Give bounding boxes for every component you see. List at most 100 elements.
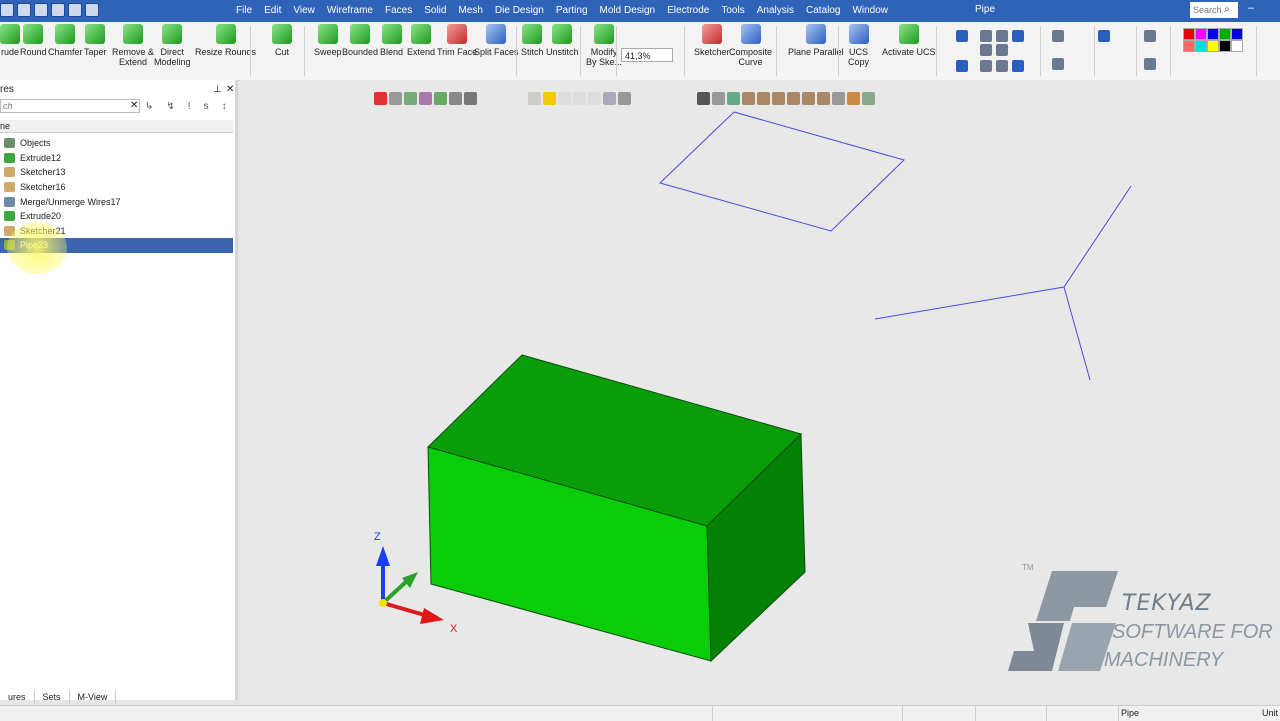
tree-item[interactable]: Pipe23 (0, 238, 233, 253)
ribbon-button[interactable]: Remove & Extend (112, 24, 154, 67)
clear-search-icon[interactable]: ✕ (130, 100, 138, 111)
tool-icon[interactable] (956, 60, 968, 72)
tree-item[interactable]: Sketcher13 (0, 165, 233, 180)
close-icon[interactable]: ✕ (226, 84, 234, 95)
tool-icon[interactable] (996, 44, 1008, 56)
redo-icon[interactable] (68, 3, 82, 17)
panel-tab[interactable]: ures (0, 690, 35, 704)
window-select-icon[interactable] (449, 92, 462, 105)
menu-item[interactable]: Wireframe (321, 4, 379, 18)
tool-icon[interactable] (996, 30, 1008, 42)
menu-item[interactable]: Faces (379, 4, 418, 18)
undo-view-icon[interactable] (697, 92, 710, 105)
print-icon[interactable] (34, 3, 48, 17)
tree-search-input[interactable] (0, 99, 140, 113)
hide-icon[interactable] (573, 92, 586, 105)
ribbon-button[interactable]: Unstitch (546, 24, 579, 57)
arrow-icon[interactable]: ↕ (222, 101, 227, 112)
snap-center-icon[interactable] (772, 92, 785, 105)
color-swatch[interactable] (1231, 40, 1243, 52)
tool-icon[interactable] (1098, 30, 1110, 42)
minimize-icon[interactable]: – (1248, 2, 1254, 14)
region-select-icon[interactable] (464, 92, 477, 105)
snap-angle-icon[interactable] (847, 92, 860, 105)
wire-select-icon[interactable] (419, 92, 432, 105)
filter-select-icon[interactable] (404, 92, 417, 105)
color-swatch[interactable] (1219, 40, 1231, 52)
ribbon-button[interactable]: Trim Face (437, 24, 477, 57)
tool-icon[interactable] (996, 60, 1008, 72)
undo-icon[interactable] (51, 3, 65, 17)
menu-item[interactable]: View (287, 4, 321, 18)
view-mode-icon[interactable] (618, 92, 631, 105)
tree-item[interactable]: Extrude20 (0, 209, 233, 224)
face-select-icon[interactable] (434, 92, 447, 105)
ribbon-button[interactable]: rude (0, 24, 20, 57)
ribbon-button[interactable]: UCS Copy (848, 24, 869, 67)
s-icon[interactable]: s (204, 101, 209, 112)
ribbon-button[interactable]: Cut (272, 24, 292, 57)
shade-icon[interactable] (588, 92, 601, 105)
box-select-icon[interactable] (389, 92, 402, 105)
menu-item[interactable]: Window (846, 4, 894, 18)
tool-icon[interactable] (980, 44, 992, 56)
snap-icon[interactable] (712, 92, 725, 105)
cube-view-icon[interactable] (603, 92, 616, 105)
menu-item[interactable]: Electrode (661, 4, 715, 18)
menu-item[interactable]: Analysis (751, 4, 800, 18)
ribbon-button[interactable]: Activate UCS (882, 24, 936, 57)
tool-icon[interactable] (1144, 30, 1156, 42)
tree-item[interactable]: Objects (0, 136, 233, 151)
filter-icon[interactable]: ↳ (145, 101, 153, 112)
tool-icon[interactable] (980, 30, 992, 42)
tree-item[interactable]: Sketcher16 (0, 180, 233, 195)
ribbon-button[interactable]: Sweep (314, 24, 342, 57)
tree-item[interactable]: Sketcher21 (0, 224, 233, 239)
ribbon-button[interactable]: Stitch (521, 24, 544, 57)
menu-item[interactable]: Solid (418, 4, 452, 18)
ribbon-button[interactable]: Plane Parallel (788, 24, 844, 57)
zoom-select[interactable]: 41,3% (621, 48, 673, 62)
snap-mid-icon[interactable] (742, 92, 755, 105)
tool-icon[interactable] (1052, 58, 1064, 70)
color-swatch[interactable] (1195, 28, 1207, 40)
ribbon-button[interactable]: Chamfer (48, 24, 83, 57)
tool-icon[interactable] (1012, 60, 1024, 72)
status-units[interactable]: Unit (1262, 708, 1278, 718)
menu-item[interactable]: File (230, 4, 258, 18)
tree-item[interactable]: Extrude12 (0, 151, 233, 166)
tree-item[interactable]: Merge/Unmerge Wires17 (0, 194, 233, 209)
tree-column-header[interactable]: ne (0, 120, 233, 133)
color-swatch[interactable] (1231, 28, 1243, 40)
exclaim-icon[interactable]: ! (188, 101, 191, 112)
color-swatch[interactable] (1195, 40, 1207, 52)
menu-item[interactable]: Catalog (800, 4, 846, 18)
snap-point-icon[interactable] (727, 92, 740, 105)
snap-face-icon[interactable] (817, 92, 830, 105)
color-swatch[interactable] (1219, 28, 1231, 40)
ribbon-button[interactable]: Direct Modeling (154, 24, 191, 67)
snap-curve-icon[interactable] (832, 92, 845, 105)
ribbon-button[interactable]: Split Faces (474, 24, 519, 57)
ribbon-button[interactable]: Extend (407, 24, 435, 57)
menu-item[interactable]: Tools (715, 4, 750, 18)
ribbon-button[interactable]: Composite Curve (729, 24, 772, 67)
color-swatch[interactable] (1207, 28, 1219, 40)
ribbon-button[interactable]: Sketcher (694, 24, 730, 57)
ribbon-button[interactable]: Bounded (342, 24, 378, 57)
window-icon[interactable] (85, 3, 99, 17)
color-swatch[interactable] (1207, 40, 1219, 52)
color-swatch[interactable] (1183, 40, 1195, 52)
ribbon-button[interactable]: Blend (380, 24, 403, 57)
pin-icon[interactable]: ⊥ (213, 84, 222, 95)
tool-icon[interactable] (1052, 30, 1064, 42)
snap-more-icon[interactable] (862, 92, 875, 105)
tool-icon[interactable] (956, 30, 968, 42)
snap-grid-icon[interactable] (802, 92, 815, 105)
menu-item[interactable]: Mold Design (594, 4, 662, 18)
global-search-input[interactable] (1190, 2, 1238, 18)
light-icon[interactable] (528, 92, 541, 105)
tool-icon[interactable] (1144, 58, 1156, 70)
tool-icon[interactable] (1012, 30, 1024, 42)
menu-item[interactable]: Mesh (452, 4, 488, 18)
